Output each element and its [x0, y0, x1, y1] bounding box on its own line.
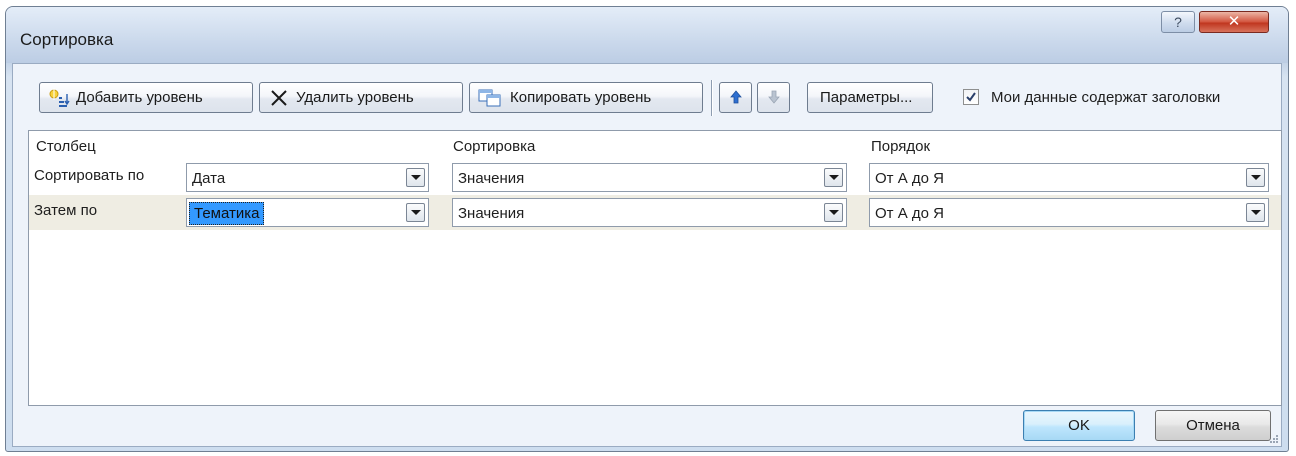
- sort-on-combo[interactable]: Значения: [452, 198, 847, 227]
- toolbar-separator: [711, 80, 713, 116]
- headers-checkbox-label: Мои данные содержат заголовки: [991, 89, 1221, 106]
- dialog-body: Добавить уровень Удалить уровень Копиров…: [12, 63, 1282, 447]
- header-order: Порядок: [871, 138, 931, 155]
- order-combo[interactable]: От А до Я: [869, 163, 1269, 192]
- column-value: Тематика: [189, 202, 265, 225]
- ok-button[interactable]: OK: [1023, 410, 1135, 441]
- add-level-button[interactable]: Добавить уровень: [39, 82, 253, 113]
- sort-on-combo[interactable]: Значения: [452, 163, 847, 192]
- headers-checkbox[interactable]: [963, 89, 979, 105]
- dropdown-button[interactable]: [1246, 203, 1265, 222]
- order-value: От А до Я: [875, 205, 944, 222]
- help-icon: ?: [1174, 14, 1182, 30]
- chevron-down-icon: [1251, 210, 1261, 215]
- header-sort-on: Сортировка: [453, 138, 536, 155]
- sort-levels-grid: Столбец Сортировка Порядок Сортировать п…: [28, 130, 1282, 406]
- resize-grip-icon[interactable]: [1269, 434, 1279, 444]
- add-level-label: Добавить уровень: [76, 89, 203, 106]
- dropdown-button[interactable]: [406, 203, 425, 222]
- chevron-down-icon: [411, 175, 421, 180]
- chevron-down-icon: [829, 175, 839, 180]
- sort-on-value: Значения: [458, 170, 525, 187]
- window-title: Сортировка: [20, 30, 114, 49]
- move-up-button[interactable]: [719, 82, 752, 113]
- chevron-down-icon: [411, 210, 421, 215]
- add-level-icon: [49, 88, 70, 107]
- copy-icon: [478, 89, 501, 107]
- column-combo[interactable]: Дата: [186, 163, 429, 192]
- move-down-button[interactable]: [757, 82, 790, 113]
- order-value: От А до Я: [875, 170, 944, 187]
- help-button[interactable]: ?: [1161, 11, 1195, 33]
- sort-level-row[interactable]: Сортировать по Дата Значения От А до Я: [29, 160, 1281, 195]
- chevron-down-icon: [829, 210, 839, 215]
- cancel-button[interactable]: Отмена: [1155, 410, 1271, 441]
- arrow-up-icon: [730, 90, 742, 104]
- dropdown-button[interactable]: [1246, 168, 1265, 187]
- delete-level-label: Удалить уровень: [296, 89, 414, 106]
- dropdown-button[interactable]: [824, 168, 843, 187]
- sort-dialog: Сортировка ? ✕ Добавить уровень Удалить …: [5, 6, 1289, 452]
- order-combo[interactable]: От А до Я: [869, 198, 1269, 227]
- row-label: Сортировать по: [34, 167, 145, 184]
- column-combo[interactable]: Тематика: [186, 198, 429, 227]
- copy-level-label: Копировать уровень: [510, 89, 652, 106]
- dropdown-button[interactable]: [406, 168, 425, 187]
- dropdown-button[interactable]: [824, 203, 843, 222]
- arrow-down-icon: [768, 90, 780, 104]
- row-label: Затем по: [34, 202, 98, 219]
- copy-level-button[interactable]: Копировать уровень: [469, 82, 703, 113]
- header-column: Столбец: [36, 138, 96, 155]
- close-button[interactable]: ✕: [1199, 11, 1269, 33]
- close-icon: ✕: [1227, 13, 1241, 30]
- checkmark-icon: [966, 92, 976, 102]
- title-bar: Сортировка ? ✕: [6, 7, 1288, 63]
- delete-level-button[interactable]: Удалить уровень: [259, 82, 463, 113]
- column-value: Дата: [192, 170, 226, 187]
- toolbar: Добавить уровень Удалить уровень Копиров…: [13, 64, 1281, 128]
- chevron-down-icon: [1251, 175, 1261, 180]
- sort-on-value: Значения: [458, 205, 525, 222]
- options-button[interactable]: Параметры...: [807, 82, 933, 113]
- options-label: Параметры...: [820, 89, 913, 106]
- sort-level-row-selected[interactable]: Затем по Тематика Значения От А до Я: [29, 195, 1281, 230]
- delete-icon: [271, 90, 287, 106]
